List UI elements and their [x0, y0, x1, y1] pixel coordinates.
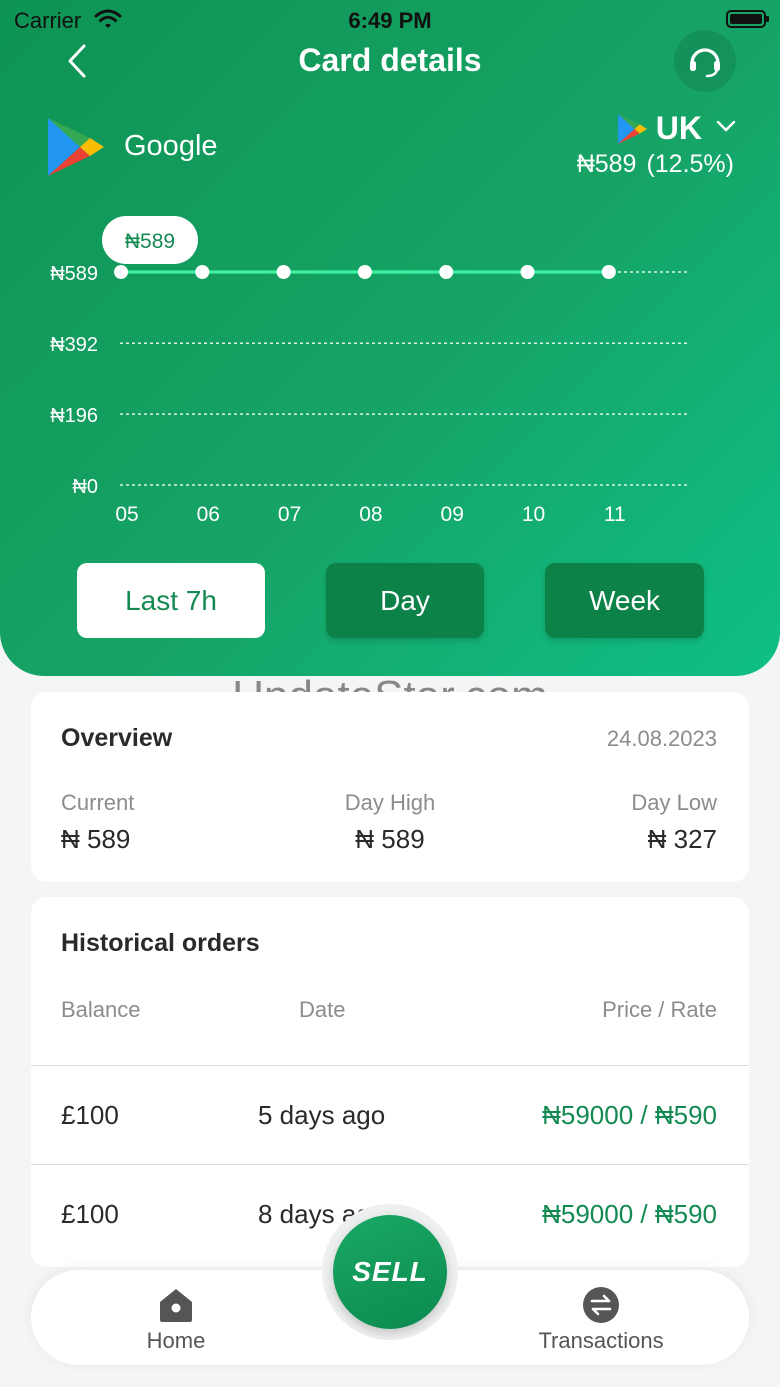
tab-transactions-label: Transactions: [538, 1328, 664, 1353]
period-day-button[interactable]: Day: [326, 563, 484, 638]
history-title: Historical orders: [61, 929, 260, 957]
y-tick-label: ₦0: [72, 476, 98, 498]
row-price: ₦59000 / ₦590: [542, 1199, 717, 1229]
row-price: ₦59000 / ₦590: [542, 1100, 717, 1130]
data-point: [114, 265, 128, 279]
data-point: [439, 265, 454, 279]
page-title: Card details: [298, 42, 482, 78]
row-balance: £100: [61, 1100, 119, 1130]
day-low-value: ₦ 327: [647, 824, 717, 854]
brand-name: Google: [124, 130, 218, 162]
day-low-label: Day Low: [631, 790, 717, 815]
data-point: [195, 265, 210, 279]
x-tick-label: 07: [278, 503, 301, 526]
exchange-icon: [583, 1287, 619, 1323]
home-icon: [160, 1289, 192, 1322]
overview-date: 24.08.2023: [606, 726, 717, 751]
tab-transactions[interactable]: Transactions: [511, 1286, 691, 1354]
rate-line-chart: ₦589 ₦392 ₦196 ₦0 05 06 07 08 09 10 11 ₦589: [50, 216, 690, 526]
period-last7h-button[interactable]: Last 7h: [77, 563, 265, 638]
y-tick-label: ₦589: [50, 263, 98, 285]
clock: 6:49 PM: [348, 8, 432, 33]
overview-card: Overview 24.08.2023 Current ₦ 589 Day Hi…: [31, 692, 749, 882]
x-tick-label: 09: [441, 503, 464, 526]
x-tick-label: 10: [522, 503, 545, 526]
battery-icon: [726, 10, 769, 28]
chevron-down-icon: [716, 120, 736, 132]
headset-icon: [690, 48, 720, 78]
region-code: UK: [655, 110, 702, 146]
column-header-balance: Balance: [61, 997, 141, 1022]
data-point: [520, 265, 535, 279]
overview-title: Overview: [61, 724, 173, 752]
tab-home-label: Home: [146, 1328, 206, 1353]
row-date: 5 days ago: [258, 1100, 386, 1130]
hero-header: Carrier 6:49 PM Card details Google UK ₦…: [0, 0, 780, 676]
y-tick-label: ₦392: [50, 334, 98, 356]
google-play-logo-icon: [48, 118, 104, 176]
column-header-price: Price / Rate: [602, 997, 717, 1022]
rate-value: ₦589: [576, 150, 637, 178]
sell-button[interactable]: SELL: [333, 1215, 447, 1329]
current-rate: ₦589 (12.5%): [577, 150, 734, 179]
x-tick-label: 05: [115, 503, 138, 526]
stat-day-low: Day Low ₦ 327: [631, 790, 717, 855]
data-point: [357, 265, 372, 279]
row-balance: £100: [61, 1199, 119, 1229]
y-tick-label: ₦196: [50, 405, 98, 427]
tab-home[interactable]: Home: [121, 1286, 231, 1354]
rate-change: (12.5%): [646, 150, 734, 178]
x-tick-label: 11: [604, 503, 626, 526]
support-button[interactable]: [674, 30, 736, 92]
tooltip-label: ₦589: [125, 230, 175, 253]
x-tick-label: 08: [359, 503, 382, 526]
column-header-date: Date: [299, 997, 346, 1022]
table-row[interactable]: £100 5 days ago ₦59000 / ₦590: [31, 1065, 749, 1164]
sell-button-ring: SELL: [322, 1204, 458, 1340]
data-point: [601, 265, 616, 279]
period-week-button[interactable]: Week: [545, 563, 704, 638]
status-bar: Carrier 6:49 PM: [0, 6, 780, 36]
x-tick-label: 06: [197, 503, 220, 526]
google-play-small-icon: [618, 114, 647, 144]
region-selector[interactable]: UK: [586, 108, 736, 152]
data-point: [276, 265, 291, 279]
